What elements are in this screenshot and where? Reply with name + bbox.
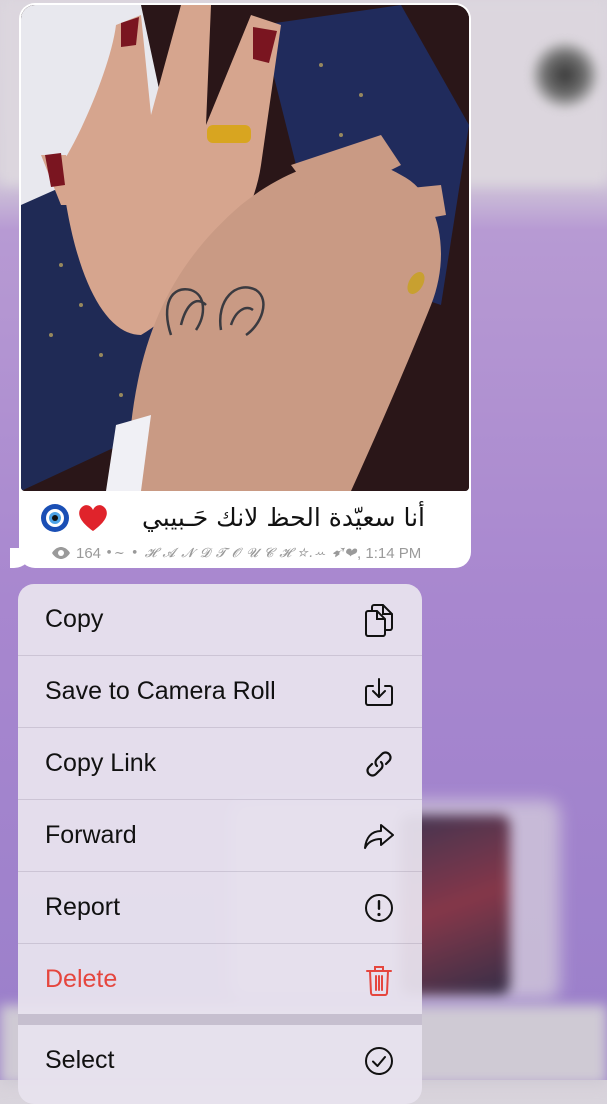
context-menu: Copy Save to Camera Roll Copy Link Forwa… (18, 584, 422, 1104)
menu-item-label: Copy Link (45, 749, 157, 777)
message-photo[interactable] (21, 5, 469, 491)
menu-item-copy-link[interactable]: Copy Link (18, 728, 422, 800)
message-meta: 164 •~ • 𝓗 𝓐 𝓝 𝓓 𝓣 𝓞 𝓤 𝓒 𝓗 ☆.ꕀ ➹❤ , 1:14… (51, 543, 421, 563)
menu-section-divider (18, 1014, 422, 1025)
caption-emoji-heart-nazar-icon (41, 504, 107, 532)
menu-item-label: Forward (45, 821, 137, 849)
trash-icon (362, 963, 396, 997)
forward-arrow-icon (362, 819, 396, 853)
views-count: 164 (76, 544, 102, 562)
menu-item-report[interactable]: Report (18, 872, 422, 944)
menu-item-copy[interactable]: Copy (18, 584, 422, 656)
background-avatar (530, 40, 600, 110)
message-bubble[interactable]: أنا سعيّدة الحظ لانك حَـبيبي 164 •~ • 𝓗 … (19, 3, 471, 568)
menu-item-label: Select (45, 1046, 115, 1074)
menu-item-label: Report (45, 893, 121, 921)
menu-item-delete[interactable]: Delete (18, 944, 422, 1015)
copy-icon (362, 603, 396, 637)
author-signature: •~ • 𝓗 𝓐 𝓝 𝓓 𝓣 𝓞 𝓤 𝓒 𝓗 ☆.ꕀ ➹❤ (105, 545, 358, 561)
link-icon (362, 747, 396, 781)
hands-photo-image (21, 5, 469, 491)
checkmark-circle-icon (362, 1044, 396, 1078)
message-caption: أنا سعيّدة الحظ لانك حَـبيبي (141, 503, 425, 532)
exclamation-circle-icon (362, 891, 396, 925)
menu-item-forward[interactable]: Forward (18, 800, 422, 872)
menu-item-label: Copy (45, 605, 104, 633)
views-eye-icon (52, 547, 70, 559)
menu-item-label: Save to Camera Roll (45, 677, 276, 705)
save-download-icon (362, 675, 396, 709)
menu-item-label: Delete (45, 965, 118, 993)
menu-item-select[interactable]: Select (18, 1025, 422, 1096)
message-time: 1:14 PM (365, 544, 422, 562)
menu-item-save-to-camera-roll[interactable]: Save to Camera Roll (18, 656, 422, 728)
